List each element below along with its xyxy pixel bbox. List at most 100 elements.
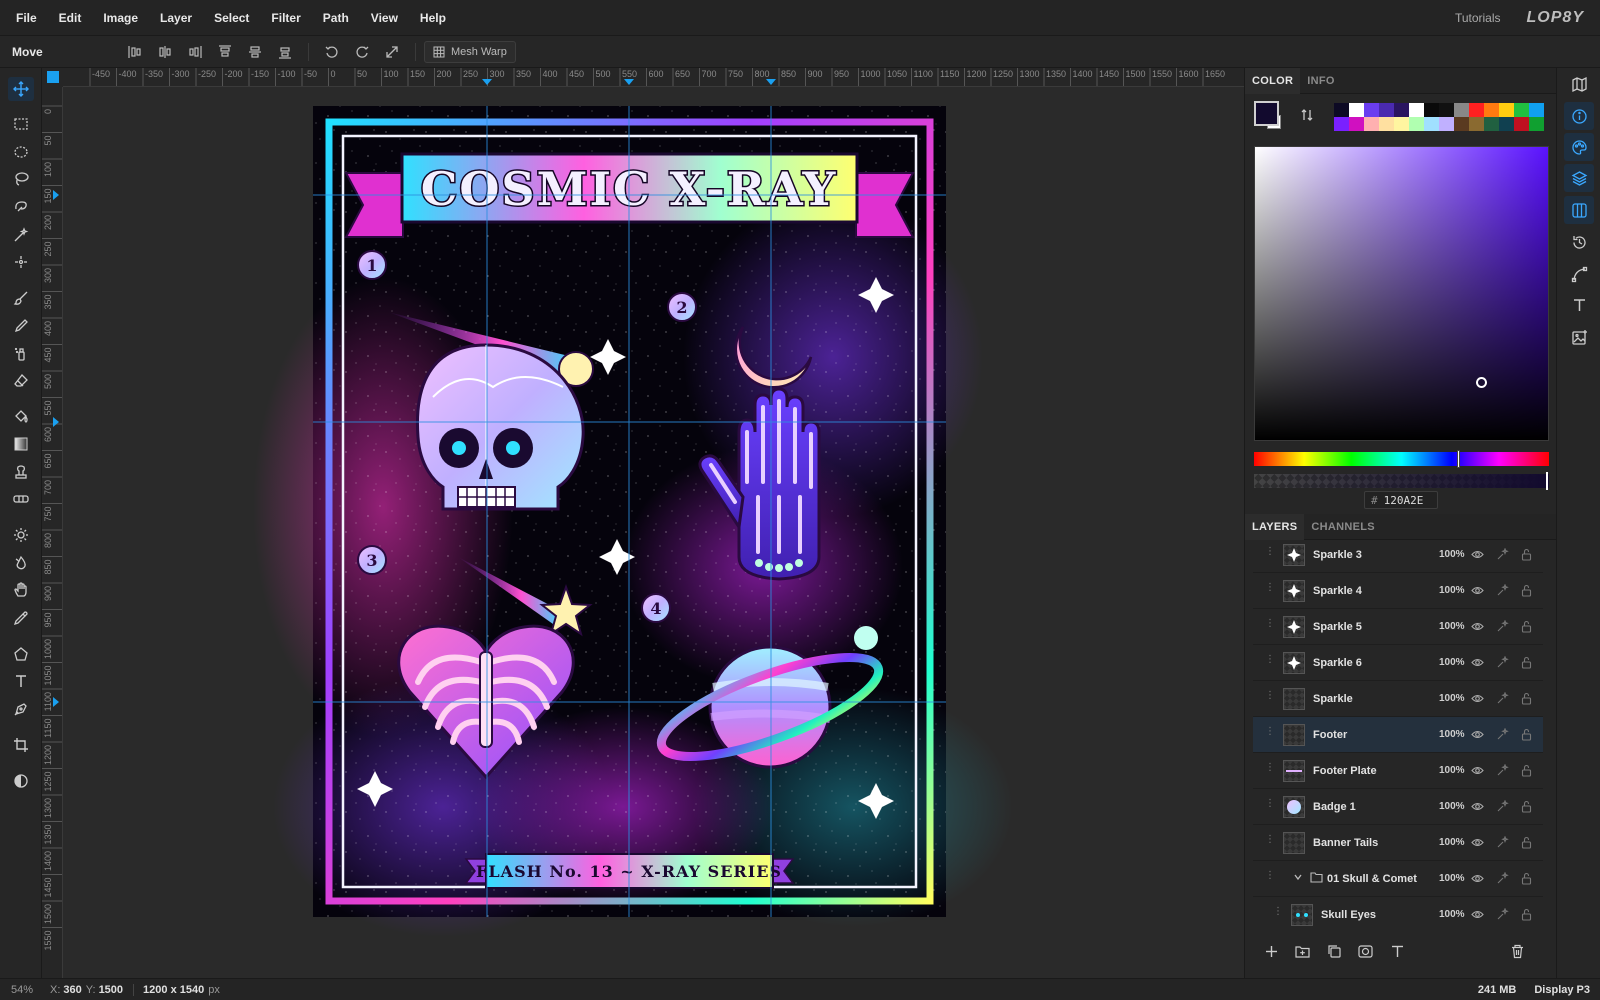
palette-swatch[interactable] <box>1424 103 1439 117</box>
layer-row[interactable]: ⋮ Sparkle 3 100% <box>1253 542 1543 573</box>
drag-handle-icon[interactable]: ⋮ <box>1273 906 1283 921</box>
color-profile[interactable]: Display P3 <box>1534 984 1590 996</box>
drag-handle-icon[interactable]: ⋮ <box>1265 546 1275 561</box>
palette-swatch[interactable] <box>1454 117 1469 131</box>
effects-icon[interactable] <box>1494 763 1510 779</box>
drag-handle-icon[interactable]: ⋮ <box>1265 762 1275 777</box>
drag-handle-icon[interactable]: ⋮ <box>1265 870 1275 885</box>
layer-row[interactable]: ⋮ Footer 100% <box>1253 717 1543 753</box>
healing-icon[interactable] <box>8 487 34 511</box>
palette-swatch[interactable] <box>1409 103 1424 117</box>
effects-icon[interactable] <box>1494 907 1510 923</box>
alpha-slider-thumb[interactable] <box>1546 472 1548 490</box>
color-palette-icon[interactable] <box>1564 133 1594 161</box>
dodge-icon[interactable] <box>8 523 34 547</box>
eye-icon[interactable] <box>1469 547 1485 563</box>
layer-opacity[interactable]: 100% <box>1439 909 1465 920</box>
eye-icon[interactable] <box>1469 727 1485 743</box>
menu-select[interactable]: Select <box>214 11 249 25</box>
palette-swatch[interactable] <box>1469 117 1484 131</box>
expand-icon[interactable] <box>377 39 407 65</box>
polygon-icon[interactable] <box>8 642 34 666</box>
align-right-icon[interactable] <box>180 39 210 65</box>
palette-swatch[interactable] <box>1424 117 1439 131</box>
effects-icon[interactable] <box>1494 583 1510 599</box>
navigator-icon[interactable] <box>1564 70 1594 98</box>
lock-icon[interactable] <box>1518 907 1534 923</box>
text-tool-icon[interactable] <box>8 669 34 693</box>
lock-icon[interactable] <box>1518 835 1534 851</box>
palette-swatch[interactable] <box>1394 103 1409 117</box>
eye-icon[interactable] <box>1469 871 1485 887</box>
menu-layer[interactable]: Layer <box>160 11 192 25</box>
image-adjust-icon[interactable] <box>1564 323 1594 351</box>
paint-bucket-icon[interactable] <box>8 405 34 429</box>
mask-icon[interactable] <box>1356 942 1374 960</box>
ellipse-select-icon[interactable] <box>8 140 34 164</box>
align-left-icon[interactable] <box>120 39 150 65</box>
drag-handle-icon[interactable]: ⋮ <box>1265 834 1275 849</box>
palette-swatch[interactable] <box>1529 117 1544 131</box>
lock-icon[interactable] <box>1518 871 1534 887</box>
lock-icon[interactable] <box>1518 691 1534 707</box>
effects-icon[interactable] <box>1494 727 1510 743</box>
rotate-ccw-icon[interactable] <box>317 39 347 65</box>
tab-info[interactable]: INFO <box>1300 68 1341 94</box>
palette-swatch[interactable] <box>1334 103 1349 117</box>
drag-handle-icon[interactable]: ⋮ <box>1265 582 1275 597</box>
pencil-icon[interactable] <box>8 314 34 338</box>
lock-icon[interactable] <box>1518 655 1534 671</box>
magic-wand-icon[interactable] <box>8 223 34 247</box>
layer-opacity[interactable]: 100% <box>1439 729 1465 740</box>
layer-opacity[interactable]: 100% <box>1439 765 1465 776</box>
palette-swatch[interactable] <box>1514 103 1529 117</box>
palette-swatch[interactable] <box>1514 117 1529 131</box>
alpha-slider[interactable] <box>1254 472 1549 490</box>
palette-swatch[interactable] <box>1379 103 1394 117</box>
smudge-icon[interactable] <box>8 551 34 575</box>
effects-icon[interactable] <box>1494 691 1510 707</box>
palette-swatch[interactable] <box>1379 117 1394 131</box>
gradient-icon[interactable] <box>8 432 34 456</box>
menu-help[interactable]: Help <box>420 11 446 25</box>
brush-icon[interactable] <box>8 286 34 310</box>
menu-path[interactable]: Path <box>323 11 349 25</box>
tutorials-link[interactable]: Tutorials <box>1455 11 1501 25</box>
add-layer-icon[interactable] <box>1262 942 1280 960</box>
palette-swatch[interactable] <box>1334 117 1349 131</box>
channels-icon[interactable] <box>1564 196 1594 224</box>
layer-row[interactable]: ⋮ Sparkle 5 100% <box>1253 609 1543 645</box>
lock-icon[interactable] <box>1518 583 1534 599</box>
palette-swatch[interactable] <box>1454 103 1469 117</box>
history-icon[interactable] <box>1564 228 1594 256</box>
lock-icon[interactable] <box>1518 727 1534 743</box>
zoom-level[interactable]: 54% <box>11 984 38 996</box>
menu-file[interactable]: File <box>16 11 37 25</box>
palette-swatch[interactable] <box>1469 103 1484 117</box>
swap-colors-icon[interactable] <box>1300 108 1314 125</box>
paths-icon[interactable] <box>1564 260 1594 288</box>
eye-icon[interactable] <box>1469 799 1485 815</box>
menu-image[interactable]: Image <box>103 11 138 25</box>
layer-opacity[interactable]: 100% <box>1439 873 1465 884</box>
layer-opacity[interactable]: 100% <box>1439 837 1465 848</box>
eye-icon[interactable] <box>1469 619 1485 635</box>
eye-icon[interactable] <box>1469 835 1485 851</box>
layer-row[interactable]: ⋮ Sparkle 6 100% <box>1253 645 1543 681</box>
crop-icon[interactable] <box>8 733 34 757</box>
eye-icon[interactable] <box>1469 907 1485 923</box>
menu-filter[interactable]: Filter <box>271 11 300 25</box>
character-icon[interactable] <box>1564 291 1594 319</box>
layer-opacity[interactable]: 100% <box>1439 657 1465 668</box>
palette-swatch[interactable] <box>1499 117 1514 131</box>
effects-icon[interactable] <box>1494 871 1510 887</box>
align-middle-v-icon[interactable] <box>240 39 270 65</box>
clone-stamp-icon[interactable] <box>8 460 34 484</box>
foreground-color-swatch[interactable] <box>1254 101 1279 126</box>
eyedropper-icon[interactable] <box>8 606 34 630</box>
magnetic-lasso-icon[interactable] <box>8 195 34 219</box>
eye-icon[interactable] <box>1469 763 1485 779</box>
align-bottom-icon[interactable] <box>270 39 300 65</box>
layer-row[interactable]: ⋮ Footer Plate 100% <box>1253 753 1543 789</box>
saturation-value-picker[interactable] <box>1254 146 1549 441</box>
